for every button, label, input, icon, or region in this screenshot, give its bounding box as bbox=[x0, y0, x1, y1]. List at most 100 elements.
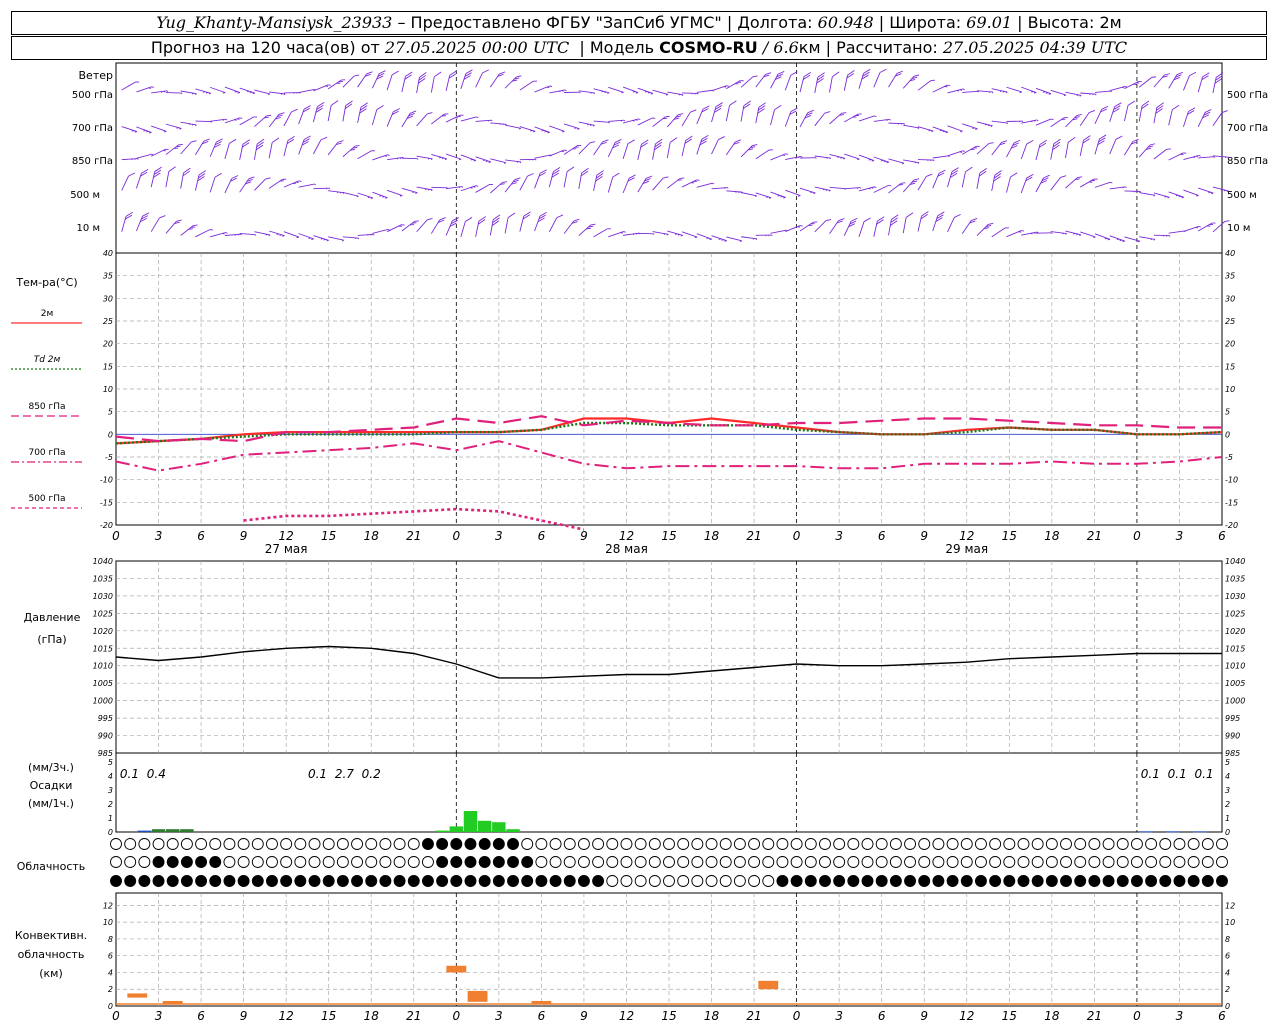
precip-bar bbox=[506, 829, 520, 832]
wind-barb-feather bbox=[783, 197, 786, 199]
cloud-symbol bbox=[124, 856, 137, 868]
conv-bar bbox=[467, 990, 488, 1002]
temp-ytick: 10 bbox=[103, 385, 113, 394]
wind-barb-feather bbox=[1019, 91, 1022, 94]
wind-barb bbox=[932, 126, 949, 133]
wind-barb-feather bbox=[1122, 86, 1125, 89]
wind-barb-feather bbox=[266, 114, 272, 117]
conv-title-2: облачность bbox=[18, 948, 85, 961]
wind-barb-feather bbox=[128, 172, 136, 177]
precip-ytick-right: 5 bbox=[1225, 758, 1230, 767]
wind-barb-feather bbox=[552, 169, 560, 175]
cloud-symbol bbox=[124, 875, 137, 887]
wind-barb-feather bbox=[1110, 90, 1112, 93]
precip-bar bbox=[1139, 831, 1153, 833]
wind-barb-feather bbox=[662, 176, 669, 179]
temp-ytick-right: 35 bbox=[1225, 272, 1235, 281]
wind-barb-feather bbox=[530, 129, 533, 132]
wind-barb-feather bbox=[977, 91, 980, 93]
wind-barb bbox=[342, 236, 359, 239]
wind-barb-feather bbox=[724, 187, 726, 189]
cloud-symbol bbox=[521, 838, 534, 850]
wind-barb bbox=[947, 125, 963, 132]
wind-barb-feather bbox=[1141, 103, 1149, 110]
hour-label-bottom: 6 bbox=[1218, 1009, 1226, 1023]
cloud-symbol bbox=[804, 856, 817, 868]
cloud-symbol bbox=[691, 856, 704, 868]
wind-barb-feather bbox=[883, 160, 887, 163]
cloud-symbol bbox=[407, 856, 420, 868]
wind-barb-feather bbox=[234, 234, 236, 236]
wind-barb-feather bbox=[237, 234, 239, 236]
wind-barb-feather bbox=[1010, 172, 1018, 178]
wind-barb-feather bbox=[1227, 156, 1230, 159]
wind-barb bbox=[1198, 156, 1215, 159]
wind-barb bbox=[312, 139, 322, 155]
wind-barb bbox=[180, 121, 197, 126]
cloud-symbol bbox=[889, 856, 902, 868]
wind-barb bbox=[1080, 231, 1096, 238]
wind-barb-feather bbox=[249, 91, 253, 94]
cloud-symbol bbox=[266, 856, 278, 868]
wind-barb-feather bbox=[419, 72, 427, 78]
wind-barb-feather bbox=[488, 120, 490, 122]
wind-barb-feather bbox=[566, 166, 575, 172]
cloud-symbol bbox=[308, 838, 321, 850]
wind-barb-feather bbox=[1073, 233, 1076, 235]
wind-barb bbox=[180, 141, 192, 155]
conv-ytick: 8 bbox=[108, 935, 113, 944]
wind-barb-feather bbox=[326, 239, 329, 242]
wind-barb-feather bbox=[276, 233, 279, 236]
precip-bar bbox=[463, 811, 478, 832]
pressure-ytick: 985 bbox=[98, 749, 113, 758]
cloud-symbol bbox=[308, 875, 321, 887]
wind-barb-feather bbox=[1093, 236, 1096, 238]
wind-barb bbox=[1212, 186, 1229, 192]
wind-barb-feather bbox=[473, 186, 476, 188]
wind-barb-feather bbox=[475, 185, 479, 187]
cloud-symbol bbox=[280, 838, 293, 850]
wind-barb-feather bbox=[143, 129, 146, 132]
wind-barb-feather bbox=[800, 156, 803, 158]
wind-barb bbox=[961, 171, 966, 188]
wind-barb-feather bbox=[142, 212, 150, 217]
cloud-symbol bbox=[365, 875, 378, 887]
wind-barb-feather bbox=[387, 154, 390, 156]
wind-barb-feather bbox=[1125, 186, 1127, 189]
wind-barb-feather bbox=[465, 217, 473, 222]
conv-ytick: 2 bbox=[108, 985, 113, 994]
wind-barb bbox=[814, 186, 831, 191]
cloud-symbol bbox=[549, 838, 562, 850]
temp-title: Тем-ра(°С) bbox=[15, 276, 77, 289]
wind-barb bbox=[696, 182, 713, 188]
wind-barb-feather bbox=[685, 135, 693, 141]
wind-barb bbox=[1094, 181, 1111, 188]
cloud-symbol bbox=[1031, 856, 1044, 868]
wind-barb-feather bbox=[817, 72, 825, 78]
hour-label: 9 bbox=[580, 529, 588, 543]
wind-barb bbox=[1035, 87, 1052, 95]
wind-barb-feather bbox=[921, 211, 929, 217]
wind-barb-feather bbox=[1198, 155, 1201, 157]
wind-barb-feather bbox=[208, 92, 211, 95]
wind-barb-feather bbox=[926, 173, 933, 177]
wind-barb-feather bbox=[959, 89, 963, 91]
cloud-symbol bbox=[450, 838, 463, 850]
wind-barb bbox=[298, 88, 315, 94]
wind-barb-feather bbox=[1208, 191, 1211, 194]
wind-barb bbox=[991, 88, 1008, 93]
cloud-symbol bbox=[1173, 856, 1186, 868]
temp-ytick: 30 bbox=[103, 294, 113, 303]
wind-barb-feather bbox=[433, 71, 442, 78]
wind-barb-feather bbox=[367, 196, 371, 199]
cloud-symbol bbox=[166, 838, 179, 850]
temp-ytick-right: -10 bbox=[1225, 476, 1238, 485]
wind-barb-feather bbox=[337, 140, 344, 143]
wind-barb-feather bbox=[994, 170, 1002, 176]
cloud-symbol bbox=[393, 856, 406, 868]
cloud-symbol bbox=[1130, 856, 1143, 868]
wind-barb-feather bbox=[638, 118, 641, 121]
wind-barb-feather bbox=[478, 216, 486, 222]
wind-barb-feather bbox=[131, 130, 135, 132]
wind-barb bbox=[652, 231, 669, 235]
